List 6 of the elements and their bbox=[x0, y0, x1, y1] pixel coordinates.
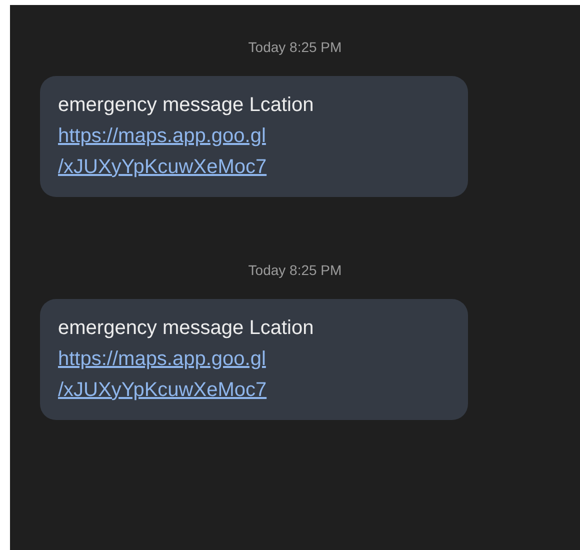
map-link[interactable]: https://maps.app.goo.gl /xJUXyYpKcuwXeMoc7 bbox=[58, 344, 267, 406]
message-text: emergency message Lcation bbox=[58, 93, 314, 118]
message-text: emergency message Lcation bbox=[58, 316, 314, 341]
message-timestamp: Today 8:25 PM bbox=[248, 261, 342, 279]
map-link[interactable]: https://maps.app.goo.gl /xJUXyYpKcuwXeMoc7 bbox=[58, 121, 267, 183]
message-timestamp: Today 8:25 PM bbox=[248, 38, 342, 56]
